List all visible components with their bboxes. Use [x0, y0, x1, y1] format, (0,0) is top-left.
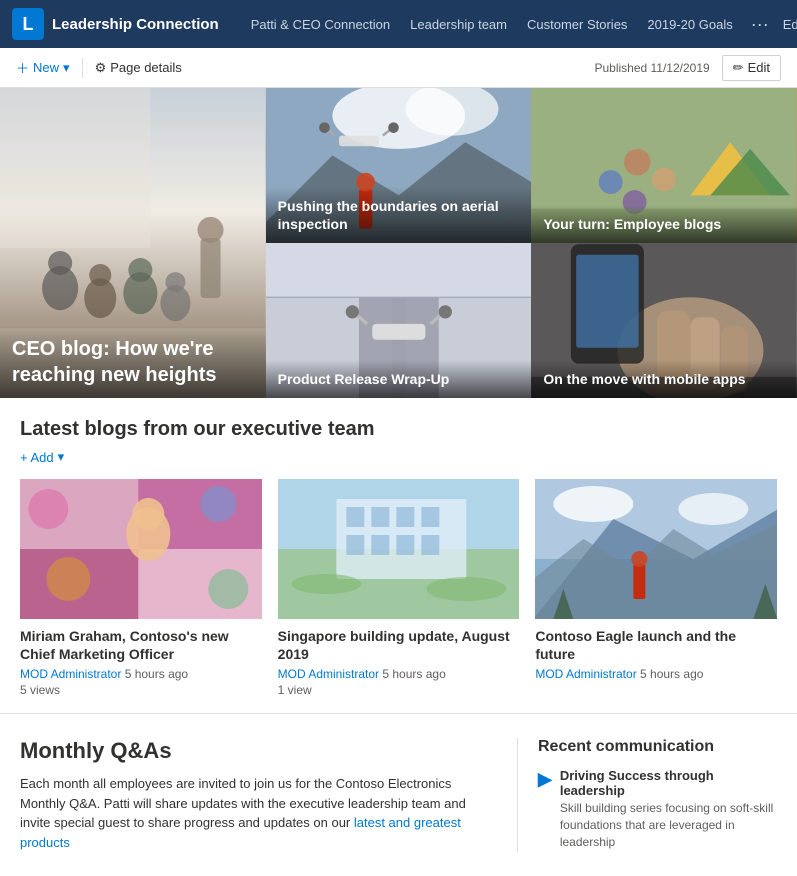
settings-icon: ⚙: [95, 60, 107, 76]
chevron-down-icon: ▾: [63, 60, 70, 76]
toolbar-divider: [82, 58, 83, 78]
blog-card-image-0: [20, 479, 262, 619]
blog-section: Latest blogs from our executive team + A…: [0, 398, 797, 714]
blog-section-title: Latest blogs from our executive team: [20, 418, 777, 441]
monthly-qa-description: Each month all employees are invited to …: [20, 774, 493, 852]
blog-views-1: 1 view: [278, 683, 520, 697]
new-button[interactable]: ＋ New ▾: [16, 58, 70, 77]
nav-link-goals[interactable]: 2019-20 Goals: [639, 13, 740, 36]
monthly-qa-title: Monthly Q&As: [20, 738, 493, 764]
hero-cell-employee[interactable]: Your turn: Employee blogs: [531, 88, 797, 243]
hero-title-ceo: CEO blog: How we're reaching new heights: [12, 336, 254, 388]
hero-overlay-product: Product Release Wrap-Up: [266, 360, 532, 398]
blog-card-title-0: Miriam Graham, Contoso's new Chief Marke…: [20, 627, 262, 663]
blog-card-1[interactable]: Singapore building update, August 2019 M…: [278, 479, 520, 697]
hero-title-product: Product Release Wrap-Up: [278, 370, 520, 388]
hero-title-drone: Pushing the boundaries on aerial inspect…: [278, 197, 520, 233]
comm-text-0: Driving Success through leadership Skill…: [560, 768, 777, 850]
blog-card-title-2: Contoso Eagle launch and the future: [535, 627, 777, 663]
site-title: Leadership Connection: [52, 16, 219, 33]
monthly-qa: Monthly Q&As Each month all employees ar…: [20, 738, 517, 852]
comm-item-0[interactable]: ▶ Driving Success through leadership Ski…: [538, 768, 777, 850]
blog-card-meta-2: MOD Administrator 5 hours ago: [535, 667, 777, 681]
recent-communication: Recent communication ▶ Driving Success t…: [517, 738, 777, 852]
blog-time-2: 5 hours ago: [640, 667, 703, 681]
blog-views-0: 5 views: [20, 683, 262, 697]
published-info: Published 11/12/2019: [594, 61, 709, 75]
nav-link-patti[interactable]: Patti & CEO Connection: [243, 13, 398, 36]
blog-card-image-2: [535, 479, 777, 619]
blog-card-title-1: Singapore building update, August 2019: [278, 627, 520, 663]
hero-grid: CEO blog: How we're reaching new heights: [0, 88, 797, 398]
plus-icon: ＋: [16, 58, 29, 77]
nav-link-customer[interactable]: Customer Stories: [519, 13, 635, 36]
hero-overlay-mobile: On the move with mobile apps: [531, 360, 797, 398]
bottom-section: Monthly Q&As Each month all employees ar…: [0, 714, 797, 876]
nav-actions: Edit ★ Following ↗ Share site: [783, 16, 797, 32]
hero-cell-drone[interactable]: Pushing the boundaries on aerial inspect…: [266, 88, 532, 243]
comm-item-title-0: Driving Success through leadership: [560, 768, 777, 798]
nav-links: Patti & CEO Connection Leadership team C…: [243, 13, 775, 36]
hero-cell-mobile[interactable]: On the move with mobile apps: [531, 243, 797, 398]
hero-overlay-ceo: CEO blog: How we're reaching new heights: [0, 326, 266, 398]
blog-card-meta-1: MOD Administrator 5 hours ago: [278, 667, 520, 681]
hero-title-employee: Your turn: Employee blogs: [543, 215, 785, 233]
hero-overlay-employee: Your turn: Employee blogs: [531, 205, 797, 243]
nav-link-leadership[interactable]: Leadership team: [402, 13, 515, 36]
hero-overlay-drone: Pushing the boundaries on aerial inspect…: [266, 187, 532, 243]
edit-link[interactable]: Edit: [783, 17, 797, 32]
sub-toolbar: ＋ New ▾ ⚙ Page details Published 11/12/2…: [0, 48, 797, 88]
page-details-button[interactable]: ⚙ Page details: [95, 60, 182, 76]
blog-card-meta-0: MOD Administrator 5 hours ago: [20, 667, 262, 681]
nav-more-button[interactable]: ···: [745, 14, 775, 35]
comm-item-desc-0: Skill building series focusing on soft-s…: [560, 800, 777, 850]
hero-cell-ceo[interactable]: CEO blog: How we're reaching new heights: [0, 88, 266, 398]
arrow-icon: ▶: [538, 769, 552, 790]
blog-card-2[interactable]: Contoso Eagle launch and the future MOD …: [535, 479, 777, 697]
pencil-icon: ✏: [733, 60, 744, 76]
add-button[interactable]: + Add ▾: [20, 449, 777, 465]
top-navigation: L Leadership Connection Patti & CEO Conn…: [0, 0, 797, 48]
blog-card-image-1: [278, 479, 520, 619]
blog-time-1: 5 hours ago: [382, 667, 445, 681]
blog-card-0[interactable]: Miriam Graham, Contoso's new Chief Marke…: [20, 479, 262, 697]
monthly-qa-link[interactable]: latest and greatest products: [20, 815, 461, 850]
hero-title-mobile: On the move with mobile apps: [543, 370, 785, 388]
blog-time-0: 5 hours ago: [125, 667, 188, 681]
hero-cell-product[interactable]: Product Release Wrap-Up: [266, 243, 532, 398]
recent-comm-title: Recent communication: [538, 738, 777, 756]
edit-button[interactable]: ✏ Edit: [722, 55, 781, 81]
chevron-down-icon: ▾: [58, 449, 65, 465]
blog-cards: Miriam Graham, Contoso's new Chief Marke…: [20, 479, 777, 697]
site-logo: L: [12, 8, 44, 40]
